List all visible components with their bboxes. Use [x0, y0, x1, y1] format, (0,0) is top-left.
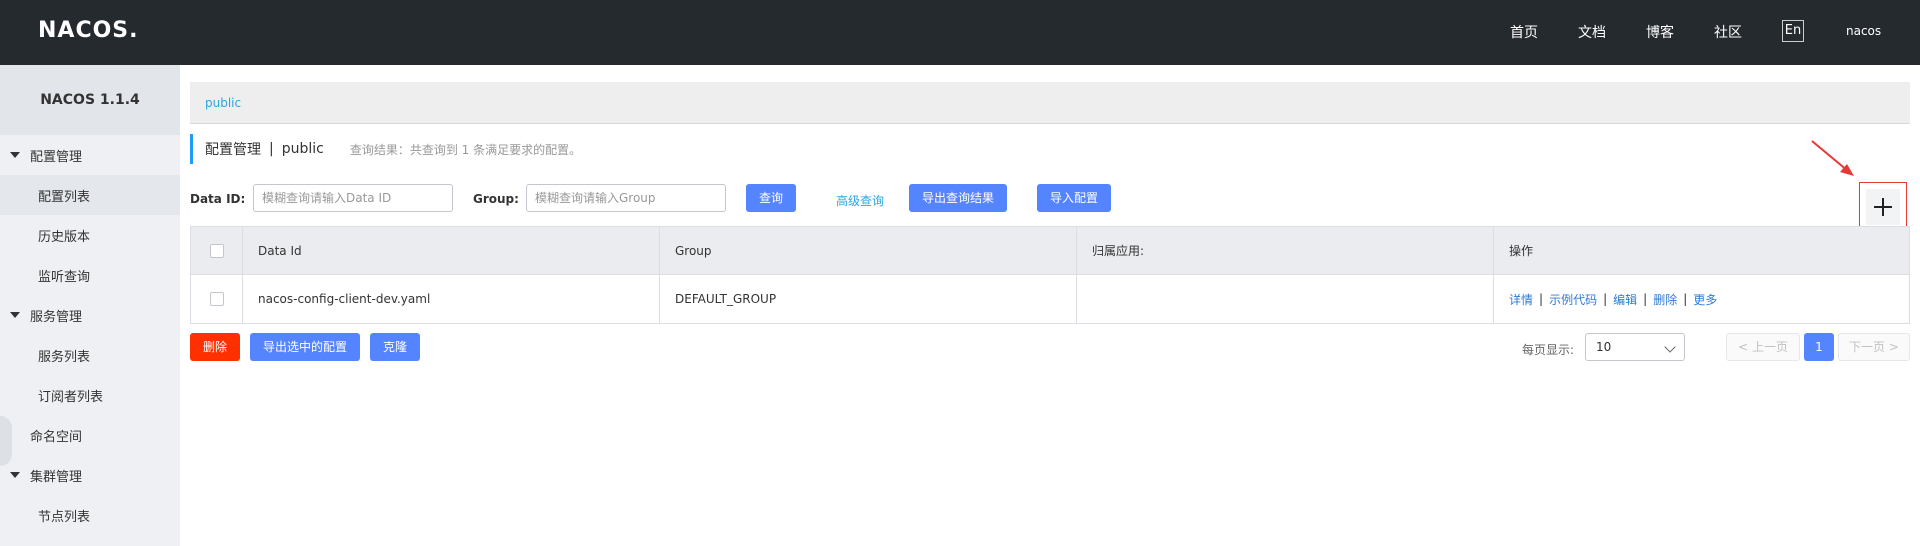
- title-separator: |: [269, 141, 274, 157]
- sidebar-item-node-list[interactable]: 节点列表: [0, 495, 180, 535]
- sample-code-link[interactable]: 示例代码: [1549, 291, 1597, 308]
- page-number-current[interactable]: 1: [1804, 333, 1834, 361]
- sidebar-item-namespace[interactable]: 命名空间: [0, 415, 180, 455]
- sidebar-collapse-handle[interactable]: [0, 416, 12, 466]
- cell-group: DEFAULT_GROUP: [660, 275, 1077, 323]
- language-switch[interactable]: En: [1782, 20, 1804, 42]
- column-header-actions: 操作: [1509, 244, 1534, 258]
- page-size-select[interactable]: 10: [1585, 333, 1685, 361]
- prev-page-button[interactable]: < 上一页: [1726, 333, 1800, 361]
- sidebar-group-config[interactable]: 配置管理: [0, 135, 180, 175]
- select-all-checkbox[interactable]: [209, 243, 224, 258]
- action-separator: |: [1539, 292, 1544, 306]
- group-input[interactable]: [526, 184, 726, 212]
- nacos-logo[interactable]: NACOS.: [38, 18, 139, 43]
- config-table: Data Id Group 归属应用: 操作 nacos-config-clie…: [190, 226, 1910, 324]
- breadcrumb: public: [190, 82, 1910, 124]
- page-namespace: public: [281, 141, 324, 157]
- cell-app: [1077, 275, 1494, 323]
- column-header-data-id[interactable]: Data Id: [243, 227, 660, 274]
- clone-button[interactable]: 克隆: [370, 333, 420, 361]
- user-menu[interactable]: nacos: [1846, 24, 1881, 38]
- nav-home[interactable]: 首页: [1510, 22, 1538, 42]
- breadcrumb-namespace[interactable]: public: [205, 96, 241, 110]
- select-all-cell: [191, 227, 243, 274]
- sidebar: NACOS 1.1.4 配置管理 配置列表 历史版本 监听查询 服务管理 服务列…: [0, 65, 180, 546]
- advanced-query-link[interactable]: 高级查询: [836, 192, 884, 209]
- next-page-button[interactable]: 下一页 >: [1838, 333, 1910, 361]
- next-page-label: 下一页: [1849, 340, 1886, 354]
- sidebar-group-label: 服务管理: [30, 309, 83, 325]
- nav-blog[interactable]: 博客: [1646, 22, 1674, 42]
- page-size-value: 10: [1596, 340, 1612, 354]
- action-separator: |: [1643, 292, 1648, 306]
- page-title-text: 配置管理: [205, 142, 261, 158]
- row-checkbox[interactable]: [209, 292, 224, 306]
- action-separator: |: [1683, 292, 1688, 306]
- page-title: 配置管理 | public 查询结果：共查询到 1 条满足要求的配置。: [190, 134, 581, 164]
- prev-page-label: 上一页: [1751, 340, 1788, 354]
- detail-link[interactable]: 详情: [1509, 291, 1533, 308]
- edit-link[interactable]: 编辑: [1613, 291, 1637, 308]
- data-id-label: Data ID:: [190, 192, 246, 206]
- red-arrow-annotation: [1811, 140, 1854, 176]
- column-header-app[interactable]: 归属应用:: [1077, 227, 1494, 274]
- import-config-button[interactable]: 导入配置: [1037, 184, 1111, 212]
- chevron-right-icon: >: [1888, 340, 1899, 354]
- sidebar-group-service[interactable]: 服务管理: [0, 295, 180, 335]
- add-config-button[interactable]: [1866, 189, 1900, 225]
- query-result-text: 查询结果：共查询到 1 条满足要求的配置。: [349, 142, 582, 157]
- bulk-delete-button[interactable]: 删除: [190, 333, 240, 361]
- row-select-cell: [191, 275, 243, 323]
- plus-icon: [1874, 198, 1892, 216]
- sidebar-version-title: NACOS 1.1.4: [0, 65, 180, 135]
- action-separator: |: [1603, 292, 1608, 306]
- sidebar-group-label: 集群管理: [30, 469, 83, 485]
- add-config-highlight: [1859, 182, 1907, 232]
- export-results-button[interactable]: 导出查询结果: [909, 184, 1007, 212]
- delete-link[interactable]: 删除: [1653, 291, 1677, 308]
- column-header-group[interactable]: Group: [660, 227, 1077, 274]
- data-id-input[interactable]: [253, 184, 453, 212]
- sidebar-item-history[interactable]: 历史版本: [0, 215, 180, 255]
- caret-down-icon: [10, 312, 20, 318]
- nav-docs[interactable]: 文档: [1578, 22, 1606, 42]
- chevron-down-icon: [1664, 341, 1676, 353]
- sidebar-group-cluster[interactable]: 集群管理: [0, 455, 180, 495]
- more-link[interactable]: 更多: [1693, 291, 1717, 308]
- table-header: Data Id Group 归属应用: 操作: [191, 227, 1909, 275]
- cell-data-id: nacos-config-client-dev.yaml: [243, 275, 660, 323]
- export-selected-button[interactable]: 导出选中的配置: [250, 333, 360, 361]
- sidebar-group-label: 配置管理: [30, 149, 83, 165]
- caret-down-icon: [10, 472, 20, 478]
- group-label: Group:: [473, 192, 519, 206]
- search-bar: Data ID: Group: 查询 高级查询 导出查询结果 导入配置: [190, 184, 1910, 214]
- table-footer: 删除 导出选中的配置 克隆 每页显示: 10 < 上一页 1 下一页 >: [190, 333, 1910, 361]
- caret-down-icon: [10, 152, 20, 158]
- sidebar-item-service-list[interactable]: 服务列表: [0, 335, 180, 375]
- sidebar-item-listener-query[interactable]: 监听查询: [0, 255, 180, 295]
- query-button[interactable]: 查询: [746, 184, 796, 212]
- sidebar-item-subscriber-list[interactable]: 订阅者列表: [0, 375, 180, 415]
- nav-community[interactable]: 社区: [1714, 22, 1742, 42]
- table-row: nacos-config-client-dev.yaml DEFAULT_GRO…: [191, 275, 1909, 323]
- top-header: NACOS. 首页 文档 博客 社区 En nacos: [0, 0, 1920, 65]
- page-size-label: 每页显示:: [1522, 343, 1575, 357]
- sidebar-item-config-list[interactable]: 配置列表: [0, 175, 180, 215]
- cell-actions: 详情 | 示例代码 | 编辑 | 删除 | 更多: [1494, 275, 1909, 323]
- chevron-left-icon: <: [1738, 340, 1749, 354]
